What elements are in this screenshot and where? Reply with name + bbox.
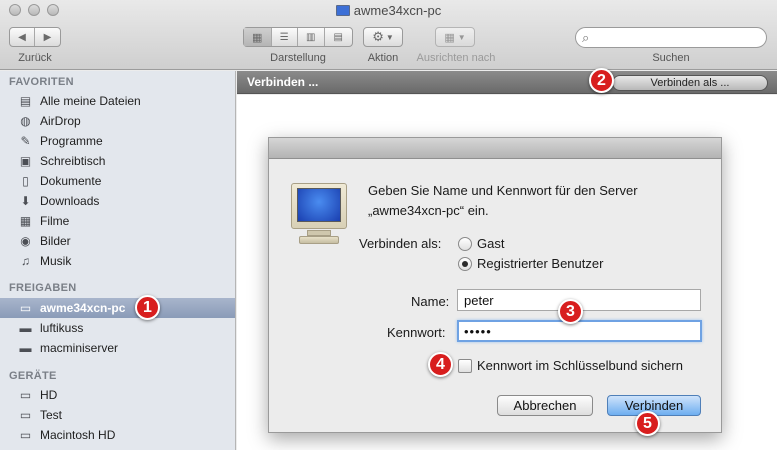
sidebar-item-test[interactable]: ▭ Test [0, 405, 235, 425]
downloads-icon: ⬇ [20, 194, 31, 208]
toolbar: awme34xcn-pc ◀ ▶ Zurück ▦ ☰ ▥ ▤ Darstell… [0, 0, 777, 70]
server-icon: ▬ [19, 341, 32, 355]
keychain-checkbox[interactable] [458, 359, 472, 373]
action-label: Aktion [367, 52, 399, 64]
sidebar-item-downloads[interactable]: ⬇ Downloads [0, 191, 235, 211]
guest-label: Gast [477, 236, 505, 251]
sidebar-item-luftikuss[interactable]: ▬ luftikuss [0, 318, 235, 338]
step-badge-1: 1 [135, 295, 160, 320]
step-badge-2: 2 [589, 68, 614, 93]
chevron-down-icon: ▼ [385, 32, 394, 42]
sidebar-item-macintosh-hd[interactable]: ▭ Macintosh HD [0, 425, 235, 445]
back-button[interactable]: ◀ [10, 28, 36, 46]
connect-as-button[interactable]: Verbinden als ... [612, 75, 768, 91]
back-forward-control: ◀ ▶ [9, 27, 61, 47]
columns-icon: ▥ [306, 31, 316, 43]
sidebar-item-awme34xcn-pc[interactable]: ▭ awme34xcn-pc [0, 298, 235, 318]
arrange-icon: ▦ [444, 31, 455, 44]
view-control: ▦ ☰ ▥ ▤ [243, 27, 353, 47]
connection-status-title: Verbinden ... [247, 75, 319, 89]
registered-user-radio[interactable] [458, 257, 472, 271]
sidebar-item-all-files[interactable]: ▤ Alle meine Dateien [0, 91, 235, 111]
all-files-icon: ▤ [19, 94, 32, 108]
chevron-down-icon: ▼ [457, 32, 466, 42]
desktop-icon: ▣ [19, 154, 32, 168]
guest-radio[interactable] [458, 237, 472, 251]
sidebar-item-documents[interactable]: ▯ Dokumente [0, 171, 235, 191]
coverflow-view-button[interactable]: ▤ [325, 28, 352, 46]
search-input[interactable]: ⌕ [575, 27, 767, 48]
sidebar: FAVORITEN ▤ Alle meine Dateien ◍ AirDrop ✎… [0, 71, 236, 450]
registered-user-label: Registrierter Benutzer [477, 256, 604, 271]
pictures-icon: ◉ [20, 234, 31, 248]
search-icon: ⌕ [582, 30, 590, 45]
password-label: Kennwort: [387, 325, 446, 340]
sidebar-item-hd[interactable]: ▭ HD [0, 385, 235, 405]
view-label: Darstellung [270, 52, 326, 64]
sidebar-header-favorites: FAVORITEN [9, 76, 74, 88]
cancel-button[interactable]: Abbrechen [497, 395, 593, 416]
back-arrow-icon: ◀ [18, 31, 26, 43]
sidebar-item-pictures[interactable]: ◉ Bilder [0, 231, 235, 251]
dialog-message-line2: „awme34xcn-pc“ ein. [368, 203, 489, 218]
forward-arrow-icon: ▶ [43, 31, 52, 43]
drive-icon: ▭ [19, 408, 32, 422]
arrange-button[interactable]: ▦ ▼ [435, 27, 475, 47]
applications-icon: ✎ [20, 134, 31, 148]
icon-view-button[interactable]: ▦ [244, 28, 272, 46]
sidebar-item-desktop[interactable]: ▣ Schreibtisch [0, 151, 235, 171]
column-view-button[interactable]: ▥ [298, 28, 325, 46]
server-computer-icon [291, 183, 347, 247]
drive-icon: ▭ [19, 388, 32, 402]
documents-icon: ▯ [22, 174, 29, 188]
connect-as-label: Verbinden als: [359, 236, 442, 251]
airdrop-icon: ◍ [20, 114, 31, 128]
window-title: awme34xcn-pc [0, 3, 777, 18]
server-icon: ▬ [19, 321, 32, 335]
gear-icon: ⚙ [372, 29, 384, 44]
coverflow-icon: ▤ [333, 31, 343, 43]
step-badge-3: 3 [558, 299, 583, 324]
dialog-message-line1: Geben Sie Name und Kennwort für den Serv… [368, 183, 638, 198]
drive-icon: ▭ [19, 428, 32, 442]
step-badge-5: 5 [635, 411, 660, 436]
back-label: Zurück [18, 52, 52, 64]
arrange-label: Ausrichten nach [416, 52, 496, 64]
sidebar-item-airdrop[interactable]: ◍ AirDrop [0, 111, 235, 131]
sidebar-item-macminiserver[interactable]: ▬ macminiserver [0, 338, 235, 358]
password-field[interactable]: ••••• [457, 320, 702, 342]
sidebar-item-applications[interactable]: ✎ Programme [0, 131, 235, 151]
pc-icon [335, 5, 350, 16]
movies-icon: ▦ [19, 214, 32, 228]
name-label: Name: [411, 294, 450, 309]
keychain-label: Kennwort im Schlüsselbund sichern [477, 358, 683, 373]
dialog-titlebar [269, 138, 721, 159]
grid-icon: ▦ [252, 31, 263, 44]
music-icon: ♫ [21, 254, 30, 268]
list-icon: ☰ [279, 31, 289, 43]
sidebar-header-devices: GERÄTE [9, 370, 57, 382]
step-badge-4: 4 [428, 352, 453, 377]
sidebar-item-movies[interactable]: ▦ Filme [0, 211, 235, 231]
forward-button[interactable]: ▶ [35, 28, 60, 46]
search-label: Suchen [652, 52, 690, 64]
login-dialog: Geben Sie Name und Kennwort für den Serv… [268, 137, 722, 433]
action-button[interactable]: ⚙ ▼ [363, 27, 403, 47]
list-view-button[interactable]: ☰ [272, 28, 299, 46]
sidebar-item-music[interactable]: ♫ Musik [0, 251, 235, 271]
pc-icon: ▭ [19, 301, 32, 315]
sidebar-header-shared: FREIGABEN [9, 282, 77, 294]
